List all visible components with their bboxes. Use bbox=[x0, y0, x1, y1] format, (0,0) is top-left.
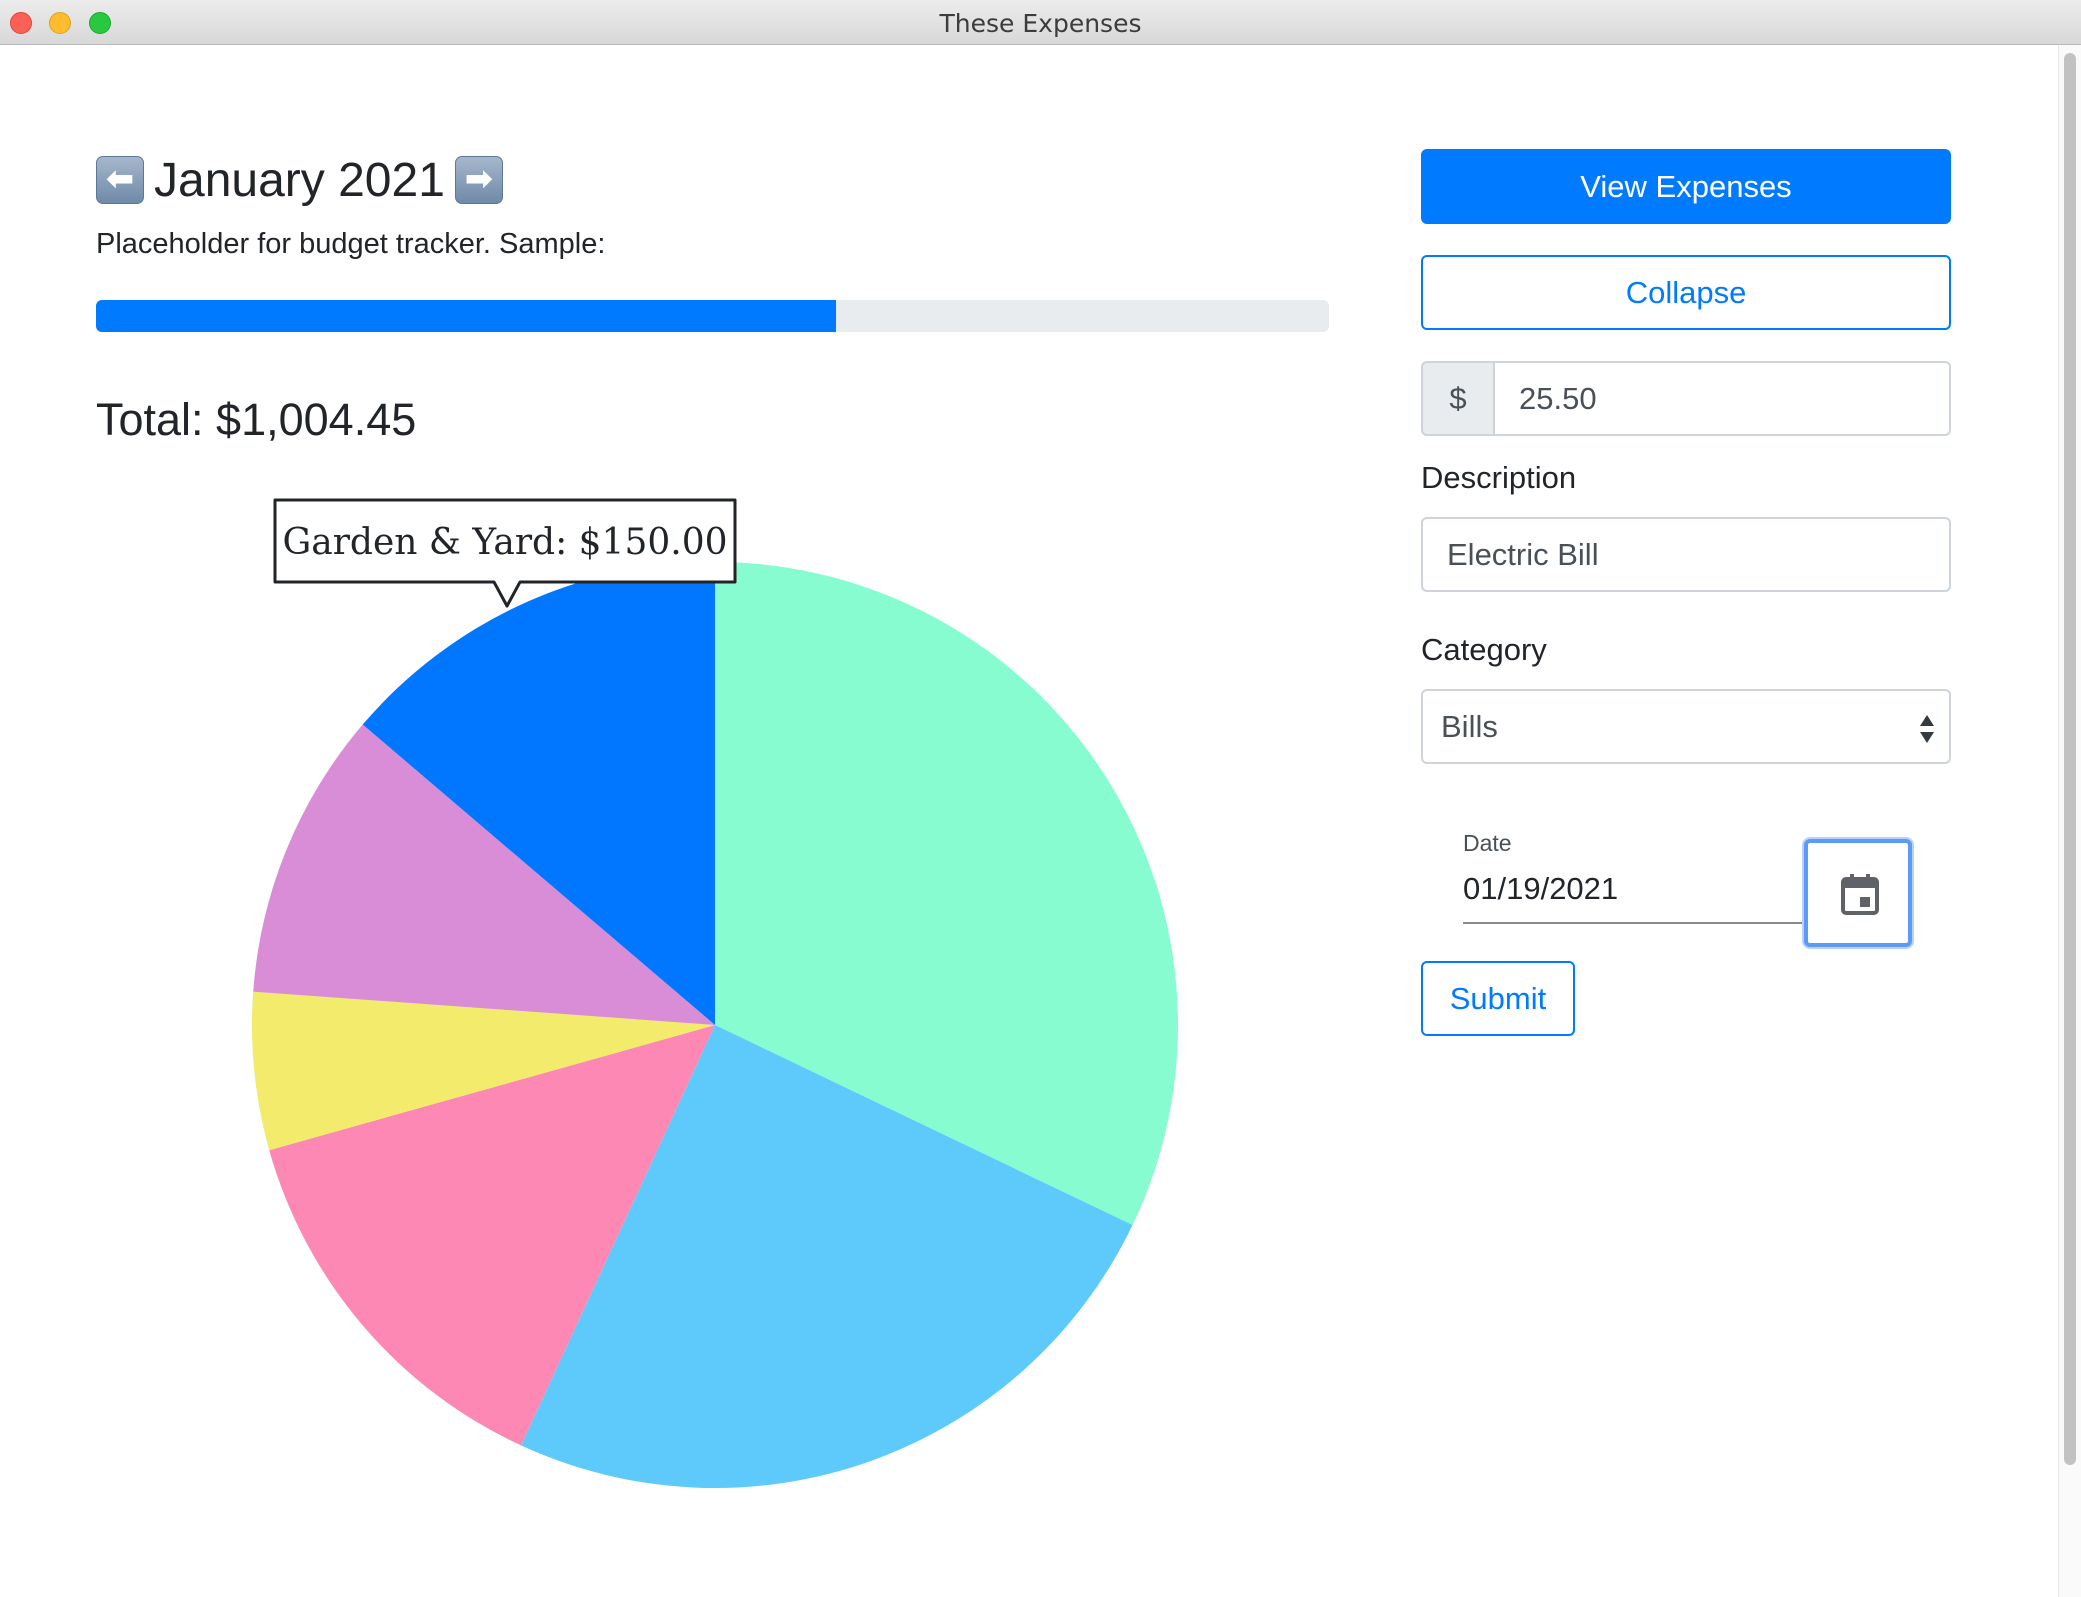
title-bar: These Expenses bbox=[0, 0, 2081, 45]
right-arrow-icon[interactable]: ➡ bbox=[454, 156, 503, 204]
left-arrow-icon[interactable]: ⬅ bbox=[96, 156, 144, 204]
total-amount: Total: $1,004.45 bbox=[96, 394, 417, 445]
month-navigation: ⬅ January 2021 ➡ bbox=[96, 150, 503, 210]
calendar-button[interactable] bbox=[1804, 839, 1912, 947]
category-select[interactable]: Bills bbox=[1421, 689, 1951, 764]
category-selected-value: Bills bbox=[1441, 709, 1498, 744]
tooltip-label: Garden & Yard: $150.00 bbox=[282, 522, 727, 563]
submit-button[interactable]: Submit bbox=[1421, 961, 1575, 1036]
amount-input-group: $ 25.50 bbox=[1421, 361, 1951, 436]
date-input[interactable]: 01/19/2021 bbox=[1463, 871, 1618, 907]
vertical-scrollbar[interactable] bbox=[2058, 45, 2081, 1597]
amount-input[interactable]: 25.50 bbox=[1493, 361, 1951, 436]
app-window: These Expenses ⬅ January 2021 ➡ Placehol… bbox=[0, 0, 2081, 1597]
currency-prefix: $ bbox=[1421, 361, 1493, 436]
budget-progress-bar bbox=[96, 300, 1329, 332]
month-title: January 2021 bbox=[154, 153, 445, 207]
collapse-button[interactable]: Collapse bbox=[1421, 255, 1951, 330]
date-label: Date bbox=[1463, 830, 1512, 856]
budget-progress-fill bbox=[96, 300, 836, 332]
description-label: Description bbox=[1421, 460, 1577, 495]
pie-slices bbox=[251, 562, 1178, 1488]
calendar-icon bbox=[1841, 874, 1879, 915]
view-expenses-button[interactable]: View Expenses bbox=[1421, 149, 1951, 224]
budget-placeholder-text: Placeholder for budget tracker. Sample: bbox=[96, 228, 606, 260]
expense-pie-chart[interactable]: Garden & Yard: $150.00 bbox=[240, 490, 1200, 1490]
category-label: Category bbox=[1421, 632, 1547, 667]
description-input[interactable]: Electric Bill bbox=[1421, 517, 1951, 592]
scrollbar-thumb[interactable] bbox=[2064, 53, 2076, 1465]
select-arrows-icon bbox=[1920, 715, 1934, 743]
window-title: These Expenses bbox=[939, 9, 1142, 38]
